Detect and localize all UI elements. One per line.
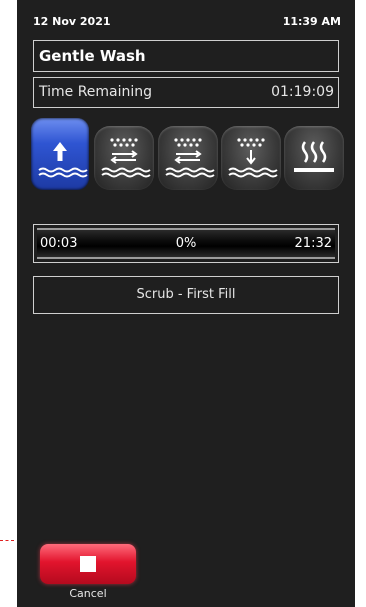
cancel-label: Cancel [69,587,107,600]
time-remaining-value: 01:19:09 [271,84,334,100]
step-dry[interactable] [284,126,344,190]
scrub-wash-icon [101,138,151,178]
fill-up-arrow-icon [38,142,88,178]
edge-marker [0,540,14,541]
scrub-wash-icon [165,138,215,178]
progress-elapsed: 00:03 [40,236,78,251]
step-scrub-1[interactable] [94,126,154,190]
cycle-progress: 0% 00:03 21:32 [33,224,339,263]
rinse-drain-icon [228,138,278,178]
program-name: Gentle Wash [39,47,146,65]
stop-icon [80,556,96,572]
cancel-button[interactable] [40,544,136,584]
dry-heat-icon [294,141,334,172]
status-time: 11:39 AM [282,15,341,28]
time-remaining-box: Time Remaining 01:19:09 [33,77,339,108]
time-remaining-label: Time Remaining [39,84,153,100]
step-scrub-2[interactable] [158,126,218,190]
step-rinse[interactable] [221,126,281,190]
program-title-box: Gentle Wash [33,40,339,72]
status-bar: 12 Nov 2021 11:39 AM [17,9,355,31]
progress-total: 21:32 [294,236,332,251]
progress-percent: 0% [175,236,197,251]
phase-box: Scrub - First Fill [33,276,339,314]
cycle-steps [31,118,344,190]
wash-status-screen: 12 Nov 2021 11:39 AM Gentle Wash Time Re… [17,0,355,607]
phase-label: Scrub - First Fill [136,287,236,302]
status-date: 12 Nov 2021 [33,15,111,28]
step-fill[interactable] [31,118,89,190]
